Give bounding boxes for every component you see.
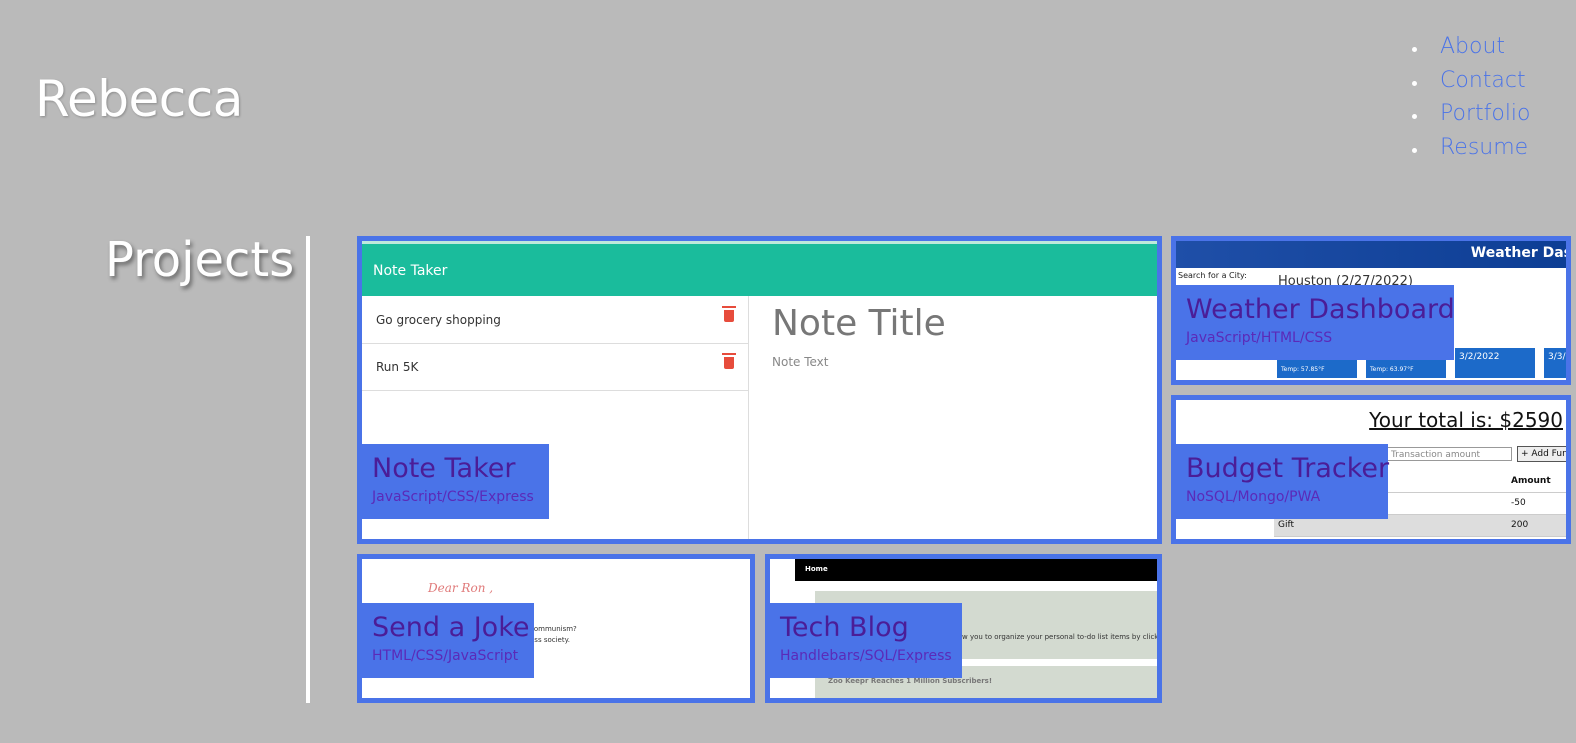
screenshot-text: Zoo Keepr Reaches 1 Million Subscribers! bbox=[828, 677, 993, 685]
screenshot-note-title: Note Title bbox=[772, 303, 946, 344]
project-title: Note Taker bbox=[372, 453, 516, 484]
project-card-weather-dashboard[interactable]: Weather Dashboard Search for a City: Hou… bbox=[1171, 236, 1571, 385]
project-label: Tech Blog Handlebars/SQL/Express bbox=[770, 603, 962, 678]
project-card-tech-blog[interactable]: Home w you to organize your personal to-… bbox=[765, 554, 1162, 703]
screenshot-nav: Home bbox=[795, 559, 1157, 581]
project-card-note-taker[interactable]: Note Taker Go grocery shopping Run 5K No… bbox=[357, 236, 1162, 544]
project-label: Send a Joke HTML/CSS/JavaScript bbox=[362, 603, 534, 678]
project-card-budget-tracker[interactable]: Your total is: $2590 Transaction amount … bbox=[1171, 395, 1571, 544]
screenshot-note-item: Run 5K bbox=[362, 343, 748, 391]
screenshot-add-button: + Add Fun bbox=[1517, 446, 1566, 462]
project-label: Budget Tracker NoSQL/Mongo/PWA bbox=[1176, 444, 1390, 519]
screenshot-text: w you to organize your personal to-do li… bbox=[962, 633, 1157, 641]
screenshot-header: Weather Dashboard bbox=[1176, 241, 1566, 268]
brand-name: Rebecca bbox=[35, 70, 243, 128]
nav-link-about[interactable]: About bbox=[1440, 34, 1505, 59]
project-tech: HTML/CSS/JavaScript bbox=[372, 648, 519, 664]
screenshot-text: ess society. bbox=[530, 636, 570, 644]
project-tech: NoSQL/Mongo/PWA bbox=[1186, 489, 1321, 505]
nav-link-portfolio[interactable]: Portfolio bbox=[1440, 101, 1531, 126]
project-tech: JavaScript/CSS/Express bbox=[372, 489, 534, 505]
project-title: Send a Joke bbox=[372, 612, 530, 643]
screenshot-note-text: Note Text bbox=[772, 355, 829, 369]
project-title: Weather Dashboard bbox=[1186, 294, 1455, 325]
project-label: Note Taker JavaScript/CSS/Express bbox=[362, 444, 549, 519]
project-label: Weather Dashboard JavaScript/HTML/CSS bbox=[1176, 285, 1455, 360]
section-title: Projects bbox=[105, 232, 295, 288]
trash-icon bbox=[722, 353, 736, 369]
project-card-send-a-joke[interactable]: Dear Ron , communism? ess society. Send … bbox=[357, 554, 755, 703]
nav-link-resume[interactable]: Resume bbox=[1440, 135, 1528, 160]
screenshot-amount-input: Transaction amount bbox=[1386, 447, 1512, 461]
trash-icon bbox=[722, 306, 736, 322]
screenshot-greeting: Dear Ron , bbox=[428, 581, 494, 595]
screenshot-note-item: Go grocery shopping bbox=[362, 296, 748, 344]
project-tech: Handlebars/SQL/Express bbox=[780, 648, 952, 664]
screenshot-search-label: Search for a City: bbox=[1178, 271, 1247, 280]
project-title: Budget Tracker bbox=[1186, 453, 1390, 484]
project-title: Tech Blog bbox=[780, 612, 909, 643]
section-divider bbox=[306, 236, 310, 703]
screenshot-total: Your total is: $2590 bbox=[1369, 408, 1563, 432]
nav-link-contact[interactable]: Contact bbox=[1440, 68, 1526, 93]
screenshot-forecast-day: 3/2/2022 bbox=[1455, 348, 1535, 378]
screenshot-text: communism? bbox=[530, 625, 577, 633]
screenshot-forecast-day: 3/3/ bbox=[1544, 348, 1566, 378]
project-tech: JavaScript/HTML/CSS bbox=[1186, 330, 1333, 346]
screenshot-header: Note Taker bbox=[362, 241, 1157, 296]
